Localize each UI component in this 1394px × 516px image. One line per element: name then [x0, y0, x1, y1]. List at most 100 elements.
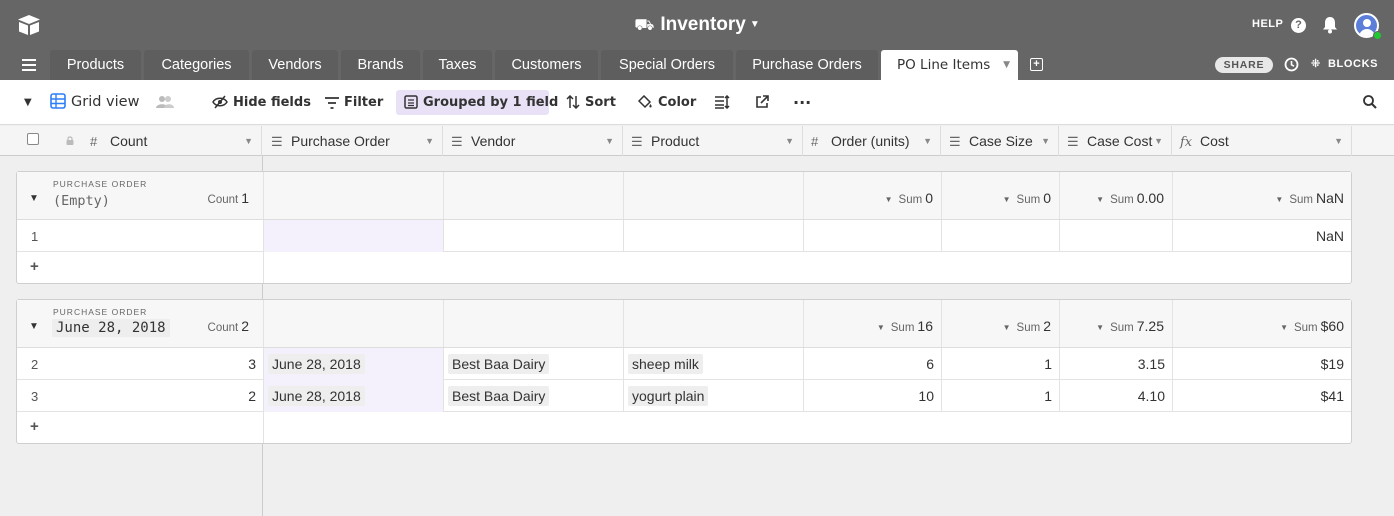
linked-record-pill[interactable]: yogurt plain: [628, 386, 709, 406]
tab-products[interactable]: Products: [50, 50, 141, 80]
collapse-group-icon[interactable]: ▼: [29, 321, 39, 332]
history-icon[interactable]: [1284, 57, 1299, 72]
table-row[interactable]: 1 NaN: [17, 220, 1351, 252]
group-header[interactable]: ▼ PURCHASE ORDER June 28, 2018 Count 2 ▼ S…: [17, 300, 1351, 348]
row-height-icon[interactable]: [714, 80, 735, 125]
share-view-icon[interactable]: [755, 80, 774, 125]
color-button[interactable]: Color: [637, 80, 696, 125]
cell-count[interactable]: 3: [17, 348, 263, 380]
view-menu-chevron-icon[interactable]: ▼: [24, 80, 32, 125]
sum-value: 0: [1043, 190, 1051, 206]
linked-record-pill[interactable]: sheep milk: [628, 354, 703, 374]
cell-purchase-order[interactable]: June 28, 2018: [264, 348, 443, 380]
cell-case-cost[interactable]: 3.15: [1060, 348, 1172, 380]
chevron-down-icon[interactable]: ▼: [1003, 50, 1010, 80]
chevron-down-icon[interactable]: ▼: [425, 126, 434, 156]
filter-icon: [325, 97, 339, 109]
sum-cost[interactable]: ▼ Sum NaN: [1275, 190, 1344, 206]
column-header-cost[interactable]: fx Cost ▼: [1172, 126, 1352, 156]
linked-record-pill[interactable]: June 28, 2018: [268, 354, 365, 374]
group-value: June 28, 2018: [52, 319, 170, 337]
cell-purchase-order[interactable]: [264, 220, 443, 252]
sum-cost[interactable]: ▼ Sum $60: [1280, 318, 1344, 334]
sum-case-size[interactable]: ▼ Sum 0: [1003, 190, 1051, 206]
linked-record-pill[interactable]: Best Baa Dairy: [448, 354, 550, 374]
cell-case-size[interactable]: 1: [942, 380, 1059, 412]
cell-cost[interactable]: $41: [1173, 380, 1351, 412]
cell-cost[interactable]: NaN: [1173, 220, 1351, 252]
column-header-case-cost[interactable]: ☰ Case Cost ▼: [1059, 126, 1172, 156]
tab-po-line-items-label: PO Line Items: [897, 57, 991, 73]
linked-record-pill[interactable]: June 28, 2018: [268, 386, 365, 406]
cell-order-units[interactable]: 10: [804, 380, 941, 412]
sort-button[interactable]: Sort: [566, 80, 616, 125]
group-field-label: PURCHASE ORDER: [53, 179, 148, 189]
tab-taxes[interactable]: Taxes: [423, 50, 492, 80]
tab-brands[interactable]: Brands: [341, 50, 420, 80]
cell-cost[interactable]: $19: [1173, 348, 1351, 380]
tab-po-line-items[interactable]: PO Line Items ▼: [881, 50, 1018, 80]
group-header[interactable]: ▼ PURCHASE ORDER (Empty) Count 1 ▼ Sum 0 ▼ S…: [17, 172, 1351, 220]
chevron-down-icon[interactable]: ▼: [1154, 126, 1163, 156]
chevron-down-icon[interactable]: ▼: [244, 126, 253, 156]
help-icon[interactable]: ?: [1291, 18, 1306, 33]
cell-product[interactable]: yogurt plain: [624, 380, 803, 412]
add-table-icon[interactable]: +: [1030, 58, 1043, 71]
cell-order-units[interactable]: 6: [804, 348, 941, 380]
column-header-purchase-order[interactable]: ☰ Purchase Order ▼: [263, 126, 443, 156]
table-tab-bar: Products Categories Vendors Brands Taxes…: [0, 50, 1394, 80]
share-button[interactable]: SHARE: [1215, 57, 1273, 73]
tab-vendors[interactable]: Vendors: [252, 50, 338, 80]
add-row-button[interactable]: +: [17, 252, 1351, 283]
column-header-vendor[interactable]: ☰ Vendor ▼: [443, 126, 623, 156]
collaborators-icon[interactable]: [156, 80, 179, 125]
cell-purchase-order[interactable]: June 28, 2018: [264, 380, 443, 412]
cell-vendor[interactable]: Best Baa Dairy: [444, 380, 623, 412]
sum-order-units[interactable]: ▼ Sum 0: [885, 190, 933, 206]
chevron-down-icon[interactable]: ▼: [1041, 126, 1050, 156]
column-header-order-units[interactable]: # Order (units) ▼: [803, 126, 941, 156]
filter-label: Filter: [344, 95, 384, 110]
sum-case-cost[interactable]: ▼ Sum 7.25: [1096, 318, 1164, 334]
more-options-icon[interactable]: ···: [793, 80, 811, 125]
collapse-group-icon[interactable]: ▼: [29, 193, 39, 204]
table-row[interactable]: 2 3 June 28, 2018 Best Baa Dairy sheep m…: [17, 348, 1351, 380]
chevron-down-icon[interactable]: ▼: [1334, 126, 1343, 156]
view-switcher[interactable]: Grid view: [50, 80, 139, 125]
tab-categories[interactable]: Categories: [144, 50, 249, 80]
sum-label: Sum: [1110, 194, 1134, 206]
tab-customers[interactable]: Customers: [495, 50, 598, 80]
sum-case-size[interactable]: ▼ Sum 2: [1003, 318, 1051, 334]
cell-vendor[interactable]: Best Baa Dairy: [444, 348, 623, 380]
blocks-button[interactable]: ⁜ BLOCKS: [1311, 57, 1378, 70]
search-icon[interactable]: [1363, 95, 1377, 109]
menu-icon[interactable]: [22, 59, 36, 71]
help-label[interactable]: HELP: [1252, 18, 1283, 30]
column-label: Count: [110, 133, 148, 149]
linked-record-pill[interactable]: Best Baa Dairy: [448, 386, 550, 406]
cell-case-size[interactable]: 1: [942, 348, 1059, 380]
column-header-case-size[interactable]: ☰ Case Size ▼: [941, 126, 1059, 156]
cell-case-cost[interactable]: 4.10: [1060, 380, 1172, 412]
cell-product[interactable]: sheep milk: [624, 348, 803, 380]
tab-special-orders[interactable]: Special Orders: [601, 50, 733, 80]
column-header-count[interactable]: # Count ▼: [0, 126, 262, 156]
chevron-down-icon[interactable]: ▼: [923, 126, 932, 156]
column-header-product[interactable]: ☰ Product ▼: [623, 126, 803, 156]
group-button[interactable]: Grouped by 1 field: [404, 80, 558, 125]
select-all-checkbox[interactable]: [27, 133, 39, 145]
bell-icon[interactable]: [1322, 16, 1338, 34]
number-field-icon: #: [811, 134, 819, 149]
base-title[interactable]: ⛟ Inventory ▼: [0, 14, 1394, 36]
table-row[interactable]: 3 2 June 28, 2018 Best Baa Dairy yogurt …: [17, 380, 1351, 412]
hide-fields-label: Hide fields: [233, 95, 311, 110]
sum-order-units[interactable]: ▼ Sum 16: [877, 318, 933, 334]
chevron-down-icon[interactable]: ▼: [605, 126, 614, 156]
filter-button[interactable]: Filter: [325, 80, 383, 125]
chevron-down-icon[interactable]: ▼: [785, 126, 794, 156]
hide-fields-button[interactable]: Hide fields: [212, 80, 311, 125]
tab-purchase-orders[interactable]: Purchase Orders: [736, 50, 878, 80]
sum-case-cost[interactable]: ▼ Sum 0.00: [1096, 190, 1164, 206]
cell-count[interactable]: 2: [17, 380, 263, 412]
add-row-button[interactable]: +: [17, 412, 1351, 443]
